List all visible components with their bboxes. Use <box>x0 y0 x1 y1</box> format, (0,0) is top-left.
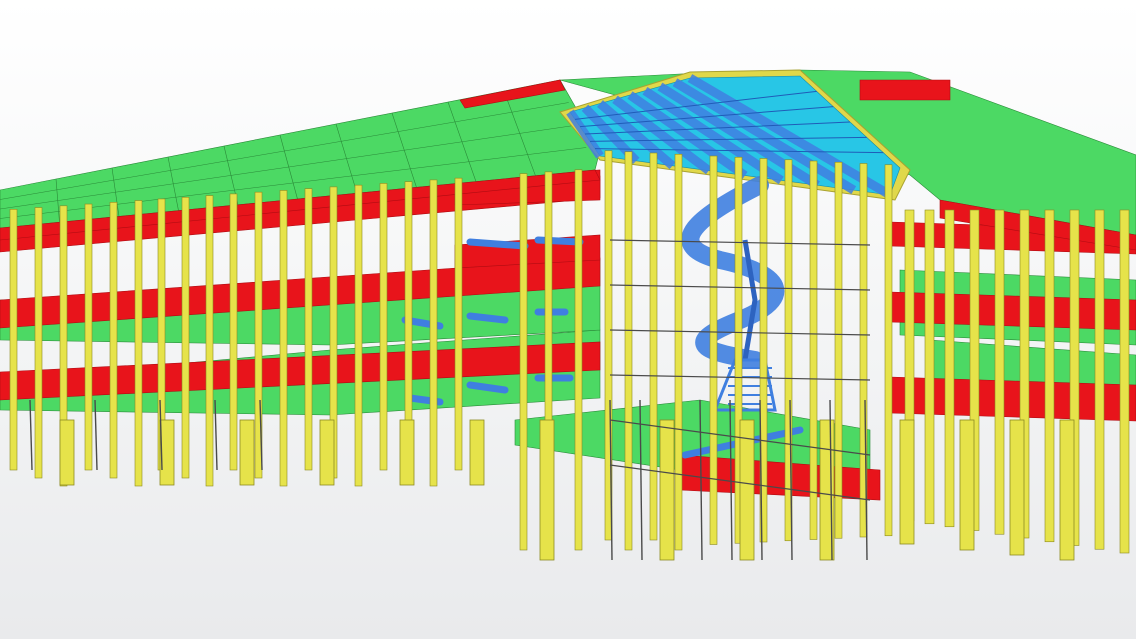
ground-column <box>59 419 75 486</box>
concrete-column <box>34 207 43 479</box>
concrete-column <box>304 188 313 471</box>
steel-beam <box>466 312 509 324</box>
roof-parapet-right <box>859 79 951 101</box>
concrete-column <box>994 209 1005 535</box>
ground-column <box>1059 419 1075 561</box>
concrete-column <box>229 193 238 471</box>
concrete-column <box>519 173 528 551</box>
concrete-column <box>205 195 214 487</box>
ground-column <box>319 419 335 486</box>
concrete-column <box>1044 209 1055 543</box>
concrete-column <box>944 209 955 528</box>
concrete-column <box>624 151 633 551</box>
concrete-column <box>834 161 843 539</box>
concrete-column <box>84 203 93 471</box>
concrete-column <box>884 164 893 537</box>
steel-beam <box>466 381 509 394</box>
concrete-column <box>924 209 935 525</box>
concrete-column <box>674 153 683 551</box>
steel-beam <box>534 236 584 246</box>
concrete-column <box>429 179 438 487</box>
steel-beam <box>466 238 529 250</box>
concrete-column <box>709 155 718 545</box>
concrete-column <box>1119 209 1130 554</box>
ground-column <box>739 419 755 561</box>
concrete-column <box>134 200 143 487</box>
ground-column <box>899 419 915 545</box>
concrete-column <box>354 184 363 487</box>
roof-slab <box>0 69 1136 251</box>
concrete-column <box>109 202 118 479</box>
structural-model-3d[interactable] <box>0 0 1136 639</box>
concrete-column <box>809 160 818 540</box>
ground-column <box>539 419 555 561</box>
concrete-column <box>649 152 658 541</box>
concrete-column <box>1094 209 1105 550</box>
stair-stringer <box>742 239 758 361</box>
concrete-column <box>574 169 583 551</box>
concrete-column <box>181 196 190 479</box>
ground-column <box>959 419 975 551</box>
ground-column <box>1009 419 1025 556</box>
concrete-column <box>9 209 18 471</box>
ground-column <box>659 419 675 561</box>
concrete-column <box>454 177 463 471</box>
ground-column <box>239 419 255 486</box>
ground-column <box>399 419 415 486</box>
ground-column <box>469 419 485 486</box>
model-viewport[interactable] <box>0 0 1136 639</box>
concrete-column <box>379 183 388 471</box>
concrete-column <box>279 190 288 487</box>
